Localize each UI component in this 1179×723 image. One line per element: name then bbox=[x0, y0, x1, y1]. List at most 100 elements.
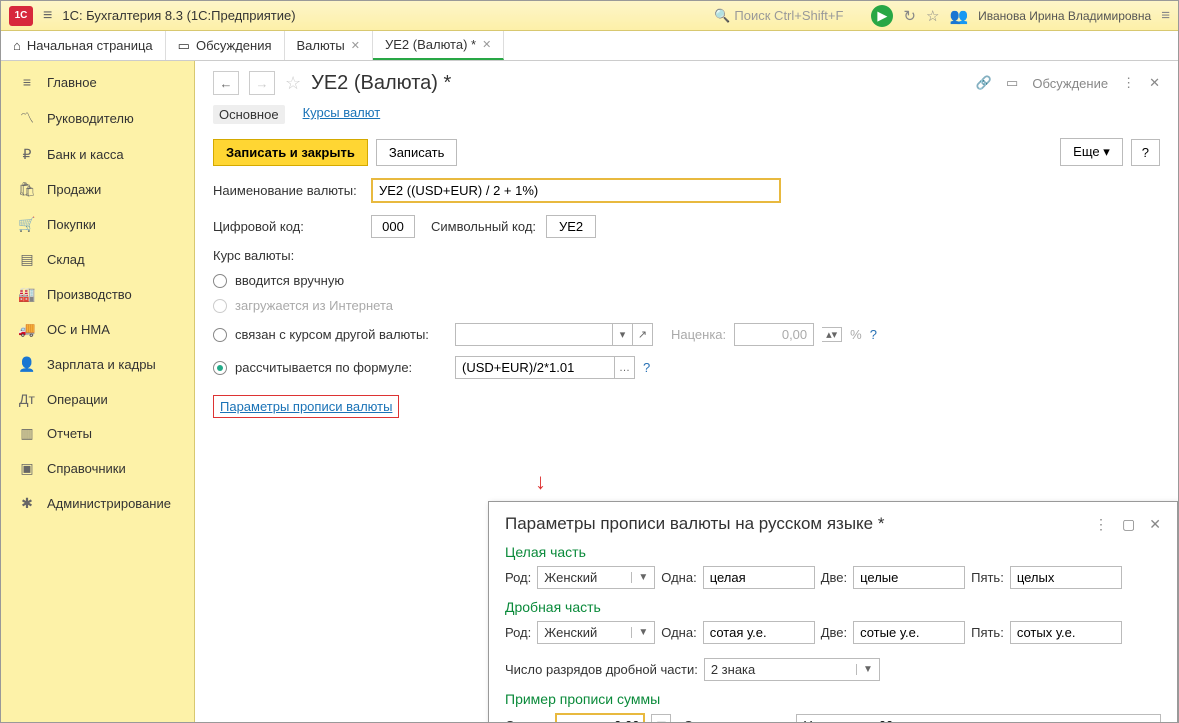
sidebar-item-assets[interactable]: 🚚ОС и НМА bbox=[1, 312, 194, 347]
save-close-button[interactable]: Записать и закрыть bbox=[213, 139, 368, 166]
discuss-icon[interactable]: ▭ bbox=[1006, 75, 1018, 91]
radio-internet[interactable] bbox=[213, 299, 227, 313]
cart-icon: 🛒 bbox=[19, 216, 35, 233]
label-numcode: Цифровой код: bbox=[213, 219, 363, 234]
markup-input[interactable] bbox=[734, 323, 814, 346]
discuss-label[interactable]: Обсуждение bbox=[1032, 76, 1108, 91]
tab-discussions[interactable]: ▭ Обсуждения bbox=[166, 31, 285, 60]
tab-current[interactable]: УЕ2 (Валюта) * ✕ bbox=[373, 31, 504, 60]
tab-home[interactable]: ⌂ Начальная страница bbox=[1, 31, 166, 60]
kebab-icon[interactable]: ⋮ bbox=[1122, 75, 1135, 91]
gender-frac-select[interactable]: Женский▼ bbox=[537, 621, 655, 644]
sidebar-item-label: Банк и касса bbox=[47, 147, 124, 162]
sidebar-item-main[interactable]: ≡Главное bbox=[1, 65, 194, 99]
section-integer: Целая часть bbox=[505, 544, 1161, 560]
tab-currencies[interactable]: Валюты ✕ bbox=[285, 31, 373, 60]
history-icon[interactable]: ↻ bbox=[903, 7, 916, 25]
params-link[interactable]: Параметры прописи валюты bbox=[213, 395, 399, 418]
linked-currency-input[interactable] bbox=[455, 323, 613, 346]
chevron-down-icon: ▼ bbox=[631, 572, 648, 583]
digits-select[interactable]: 2 знака▼ bbox=[704, 658, 880, 681]
ops-icon: Дт bbox=[19, 391, 35, 407]
sidebar-item-hr[interactable]: 👤Зарплата и кадры bbox=[1, 347, 194, 382]
radio-formula[interactable] bbox=[213, 361, 227, 375]
formula-input[interactable] bbox=[455, 356, 615, 379]
sub-tabs: Основное Курсы валют bbox=[213, 105, 1160, 124]
sidebar-item-production[interactable]: 🏭Производство bbox=[1, 277, 194, 312]
back-button[interactable]: ← bbox=[213, 71, 239, 95]
help-button[interactable]: ? bbox=[1131, 139, 1160, 166]
sidebar-item-sales[interactable]: 🛍Продажи bbox=[1, 172, 194, 207]
sidebar-item-bank[interactable]: ₽ Банк и касса bbox=[1, 137, 194, 172]
symbol-code-input[interactable] bbox=[546, 215, 596, 238]
settings-icon[interactable]: ≡ bbox=[1161, 7, 1170, 24]
notifications-icon[interactable]: ▶ bbox=[871, 5, 893, 27]
int-two-input[interactable] bbox=[853, 566, 965, 589]
app-title: 1С: Бухгалтерия 8.3 (1С:Предприятие) bbox=[62, 8, 295, 23]
help-icon[interactable]: ? bbox=[643, 360, 650, 375]
sidebar-item-manager[interactable]: 〽Руководителю bbox=[1, 99, 194, 137]
kebab-icon[interactable]: ⋮ bbox=[1094, 516, 1108, 533]
sidebar-item-label: ОС и НМА bbox=[47, 322, 110, 337]
user-name[interactable]: Иванова Ирина Владимировна bbox=[978, 9, 1151, 23]
users-icon[interactable]: 👥 bbox=[949, 7, 968, 25]
label-sumtext: Сумма прописью: bbox=[683, 718, 790, 722]
close-icon[interactable]: ✕ bbox=[1149, 516, 1161, 533]
folder-icon: ▣ bbox=[19, 460, 35, 477]
radio-linked-label: связан с курсом другой валюты: bbox=[235, 327, 447, 342]
sidebar-item-admin[interactable]: ✱Администрирование bbox=[1, 486, 194, 521]
open-icon[interactable]: ↗ bbox=[633, 323, 653, 346]
factory-icon: 🏭 bbox=[19, 286, 35, 303]
sidebar-item-operations[interactable]: ДтОперации bbox=[1, 382, 194, 416]
calculator-icon[interactable]: ▦ bbox=[651, 714, 671, 723]
int-five-input[interactable] bbox=[1010, 566, 1122, 589]
top-bar: 1C ≡ 1С: Бухгалтерия 8.3 (1С:Предприятие… bbox=[1, 1, 1178, 31]
link-icon[interactable]: 🔗 bbox=[976, 75, 992, 91]
sidebar-item-refs[interactable]: ▣Справочники bbox=[1, 451, 194, 486]
label-digits: Число разрядов дробной части: bbox=[505, 662, 698, 677]
int-one-input[interactable] bbox=[703, 566, 815, 589]
close-icon[interactable]: ✕ bbox=[482, 38, 491, 51]
dropdown-icon[interactable]: ▾ bbox=[613, 323, 633, 346]
help-icon[interactable]: ? bbox=[870, 327, 877, 342]
subtab-rates[interactable]: Курсы валют bbox=[303, 105, 381, 124]
more-label: Еще bbox=[1073, 144, 1099, 159]
radio-internet-label: загружается из Интернета bbox=[235, 298, 393, 313]
search-icon: 🔍 bbox=[714, 8, 730, 24]
search-box[interactable]: 🔍 Поиск Ctrl+Shift+F bbox=[714, 8, 843, 24]
save-button[interactable]: Записать bbox=[376, 139, 458, 166]
favorite-icon[interactable]: ☆ bbox=[285, 73, 301, 94]
sum-input[interactable] bbox=[555, 713, 645, 722]
home-icon: ⌂ bbox=[13, 38, 21, 53]
person-icon: 👤 bbox=[19, 356, 35, 373]
arrow-annotation: ↓ bbox=[535, 469, 546, 495]
more-button[interactable]: Еще ▾ bbox=[1060, 138, 1123, 166]
radio-linked[interactable] bbox=[213, 328, 227, 342]
close-icon[interactable]: ✕ bbox=[351, 39, 360, 52]
frac-one-input[interactable] bbox=[703, 621, 815, 644]
frac-two-input[interactable] bbox=[853, 621, 965, 644]
radio-manual[interactable] bbox=[213, 274, 227, 288]
sidebar-item-stock[interactable]: ▤Склад bbox=[1, 242, 194, 277]
label-two: Две: bbox=[821, 625, 847, 640]
numeric-code-input[interactable] bbox=[371, 215, 415, 238]
sidebar: ≡Главное 〽Руководителю ₽ Банк и касса 🛍Пр… bbox=[1, 61, 195, 722]
stepper-icon[interactable]: ▴▾ bbox=[822, 327, 842, 342]
close-icon[interactable]: ✕ bbox=[1149, 75, 1160, 91]
sidebar-item-purchases[interactable]: 🛒Покупки bbox=[1, 207, 194, 242]
subtab-main[interactable]: Основное bbox=[213, 105, 285, 124]
sidebar-item-reports[interactable]: ▥Отчеты bbox=[1, 416, 194, 451]
tab-discussions-label: Обсуждения bbox=[196, 38, 272, 53]
frac-five-input[interactable] bbox=[1010, 621, 1122, 644]
gender-int-select[interactable]: Женский▼ bbox=[537, 566, 655, 589]
sum-text-input[interactable] bbox=[796, 714, 1161, 722]
forward-button[interactable]: → bbox=[249, 71, 275, 95]
star-icon[interactable]: ☆ bbox=[926, 7, 939, 25]
ellipsis-icon[interactable]: … bbox=[615, 356, 635, 379]
popup-title: Параметры прописи валюты на русском язык… bbox=[505, 514, 884, 534]
currency-name-input[interactable] bbox=[371, 178, 781, 203]
ruble-icon: ₽ bbox=[19, 146, 35, 163]
menu-icon[interactable]: ≡ bbox=[43, 7, 52, 25]
page-title: УЕ2 (Валюта) * bbox=[311, 72, 451, 95]
maximize-icon[interactable]: ▢ bbox=[1122, 516, 1135, 533]
